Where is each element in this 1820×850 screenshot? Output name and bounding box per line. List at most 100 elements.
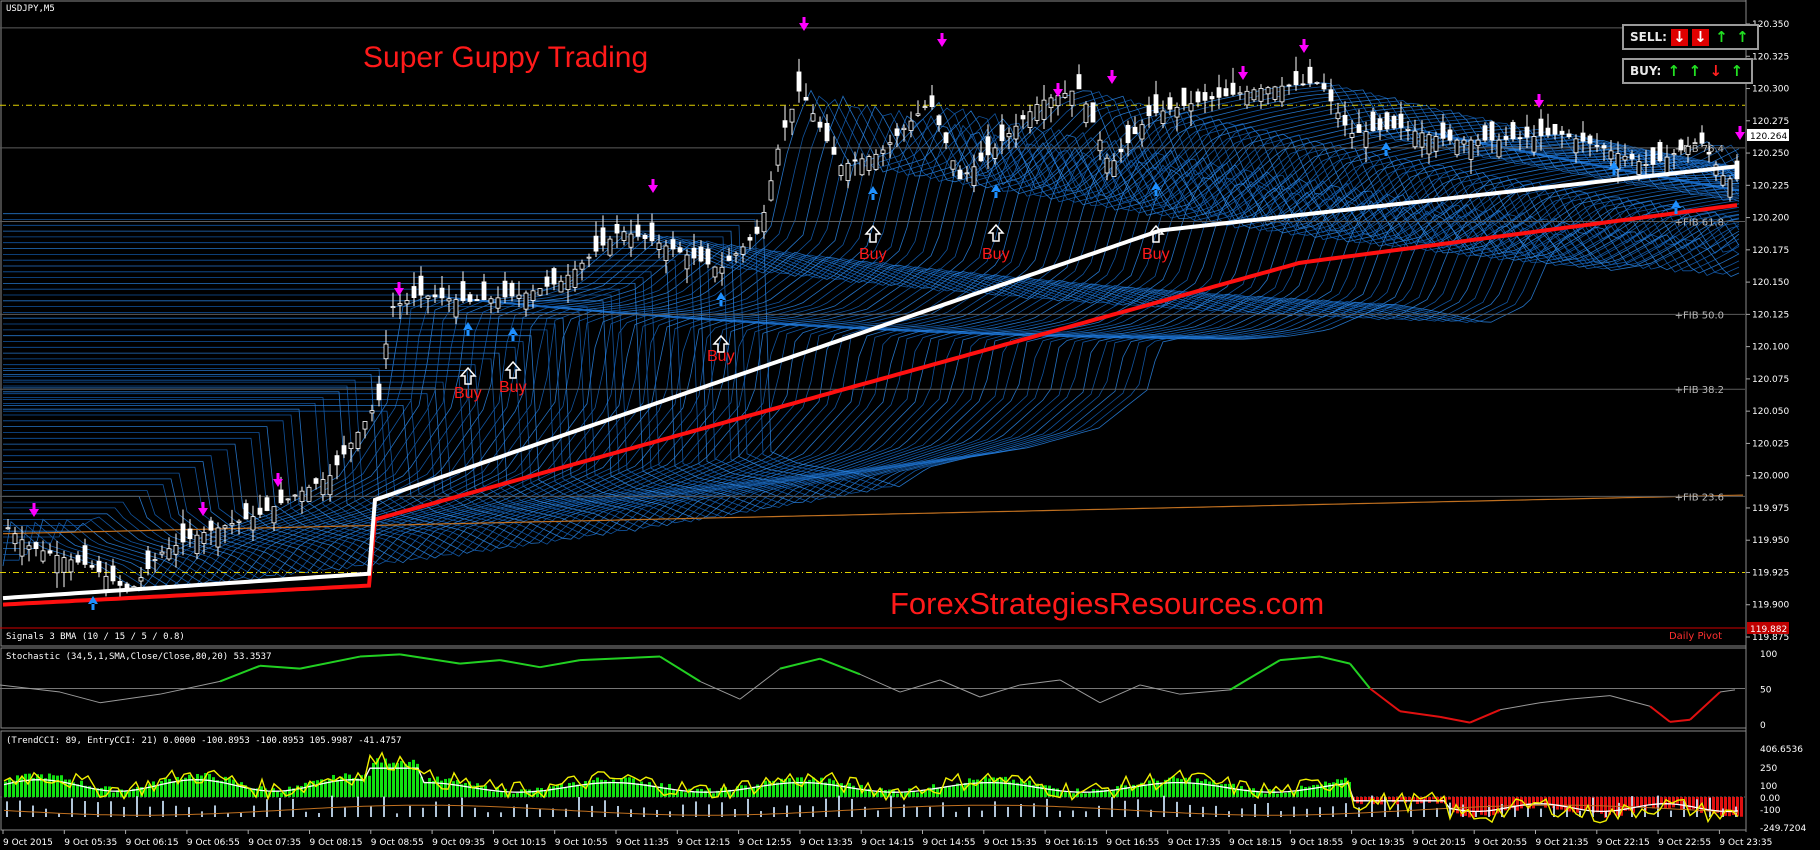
cci-histogram-bar xyxy=(68,779,71,797)
cci-histogram-bar xyxy=(488,790,491,797)
cci-histogram-bar xyxy=(1236,789,1239,797)
candle-body xyxy=(313,478,319,484)
candle-body xyxy=(369,410,375,414)
time-tick-label: 9 Oct 06:55 xyxy=(187,838,240,848)
candle-body xyxy=(1531,136,1537,153)
candle-body xyxy=(894,128,900,136)
cci-histogram-bar xyxy=(696,788,699,797)
candle-body xyxy=(1671,153,1677,156)
cci-histogram-bar xyxy=(988,778,991,797)
candle-body xyxy=(152,559,158,561)
entry-cci-bar xyxy=(1007,807,1009,817)
time-tick-label: 9 Oct 20:55 xyxy=(1474,838,1527,848)
time-tick-label: 9 Oct 22:15 xyxy=(1597,838,1650,848)
candle-body xyxy=(635,224,641,237)
candle-body xyxy=(166,548,172,560)
candle-body xyxy=(971,166,977,186)
entry-cci-bar xyxy=(1059,810,1061,817)
candle-body xyxy=(838,165,844,176)
entry-cci-bar xyxy=(136,796,138,817)
entry-cci-bar xyxy=(19,800,21,817)
price-tick-label: 120.325 xyxy=(1752,52,1789,62)
time-tick-label: 9 Oct 08:55 xyxy=(371,838,424,848)
cci-histogram-bar xyxy=(1580,797,1583,810)
entry-cci-bar xyxy=(968,807,970,817)
candle-body xyxy=(1258,88,1264,102)
entry-cci-bar xyxy=(214,805,216,817)
candle-body xyxy=(733,253,739,256)
candle-body xyxy=(1146,105,1152,117)
entry-cci-bar xyxy=(32,805,34,817)
candle-body xyxy=(1342,114,1348,126)
candle-body xyxy=(1216,87,1222,98)
cci-histogram-bar xyxy=(892,790,895,797)
cci-histogram-bar xyxy=(1476,797,1479,813)
candle-body xyxy=(754,226,760,234)
time-tick-label: 9 Oct 15:35 xyxy=(984,838,1037,848)
cci-histogram-bar xyxy=(748,788,751,797)
candle-body xyxy=(544,276,550,287)
cci-histogram-bar xyxy=(232,779,235,797)
entry-cci-bar xyxy=(669,811,671,817)
stoch-segment xyxy=(1609,695,1651,707)
candle-body xyxy=(929,95,935,107)
cci-histogram-bar xyxy=(660,783,663,797)
candle-body xyxy=(761,212,767,233)
candle-body xyxy=(992,147,998,159)
entry-cci-bar xyxy=(370,806,372,817)
sell-arrow-icon: ↓ xyxy=(1670,28,1688,46)
candle-body xyxy=(376,383,382,401)
stoch-segment xyxy=(699,680,741,700)
cci-histogram-bar xyxy=(592,780,595,797)
candle-body xyxy=(222,525,228,529)
cci-histogram-bar xyxy=(172,781,175,797)
candle-body xyxy=(1594,145,1600,147)
price-tick-label: 120.075 xyxy=(1752,375,1789,385)
sell-arrow-icon: ↑ xyxy=(1736,28,1749,46)
candle-body xyxy=(880,149,886,154)
cci-histogram-bar xyxy=(640,781,643,797)
candle-body xyxy=(1006,133,1012,138)
cci-histogram-bar xyxy=(1004,776,1007,797)
candle-body xyxy=(1230,82,1236,95)
candle-body xyxy=(1083,103,1089,124)
candle-body xyxy=(1524,126,1530,138)
cci-histogram-bar xyxy=(796,777,799,797)
price-tick-label: 120.200 xyxy=(1752,214,1789,224)
candle-body xyxy=(348,442,354,450)
cci-histogram-bar xyxy=(1084,793,1087,797)
candle-body xyxy=(208,520,214,531)
sell-label: SELL: xyxy=(1630,30,1667,44)
candle-body xyxy=(236,520,242,523)
cci-histogram-bar xyxy=(1520,797,1523,809)
candle-body xyxy=(593,235,599,252)
candle-body xyxy=(1657,142,1663,162)
stoch-segment xyxy=(219,664,261,683)
candle-body xyxy=(110,565,116,582)
candle-body xyxy=(1566,133,1572,137)
candle-body xyxy=(1020,115,1026,120)
price-tick-label: 119.900 xyxy=(1752,601,1789,611)
buy-signal-icon xyxy=(504,360,522,379)
chart-canvas[interactable]: +FIB 100.0+FIB 76.4+FIB 61.8+FIB 50.0+FI… xyxy=(0,0,1820,850)
candle-body xyxy=(537,288,543,296)
cci-histogram-bar xyxy=(1688,797,1691,811)
candle-body xyxy=(1160,110,1166,124)
entry-cci-bar xyxy=(331,795,333,817)
entry-cci-bar xyxy=(435,801,437,817)
candle-body xyxy=(5,527,11,530)
candle-body xyxy=(663,245,669,261)
candle-body xyxy=(1307,66,1313,84)
entry-cci-bar xyxy=(448,804,450,817)
candle-body xyxy=(586,256,592,259)
candle-body xyxy=(40,550,46,562)
entry-cci-bar xyxy=(812,806,814,817)
cci-histogram-bar xyxy=(1088,792,1091,797)
candle-body xyxy=(1013,125,1019,140)
candle-body xyxy=(1321,83,1327,90)
entry-cci-bar xyxy=(1306,808,1308,817)
cci-histogram-bar xyxy=(444,778,447,797)
cci-histogram-bar xyxy=(1012,779,1015,797)
candle-body xyxy=(257,507,263,515)
cci-histogram-bar xyxy=(1448,797,1451,800)
